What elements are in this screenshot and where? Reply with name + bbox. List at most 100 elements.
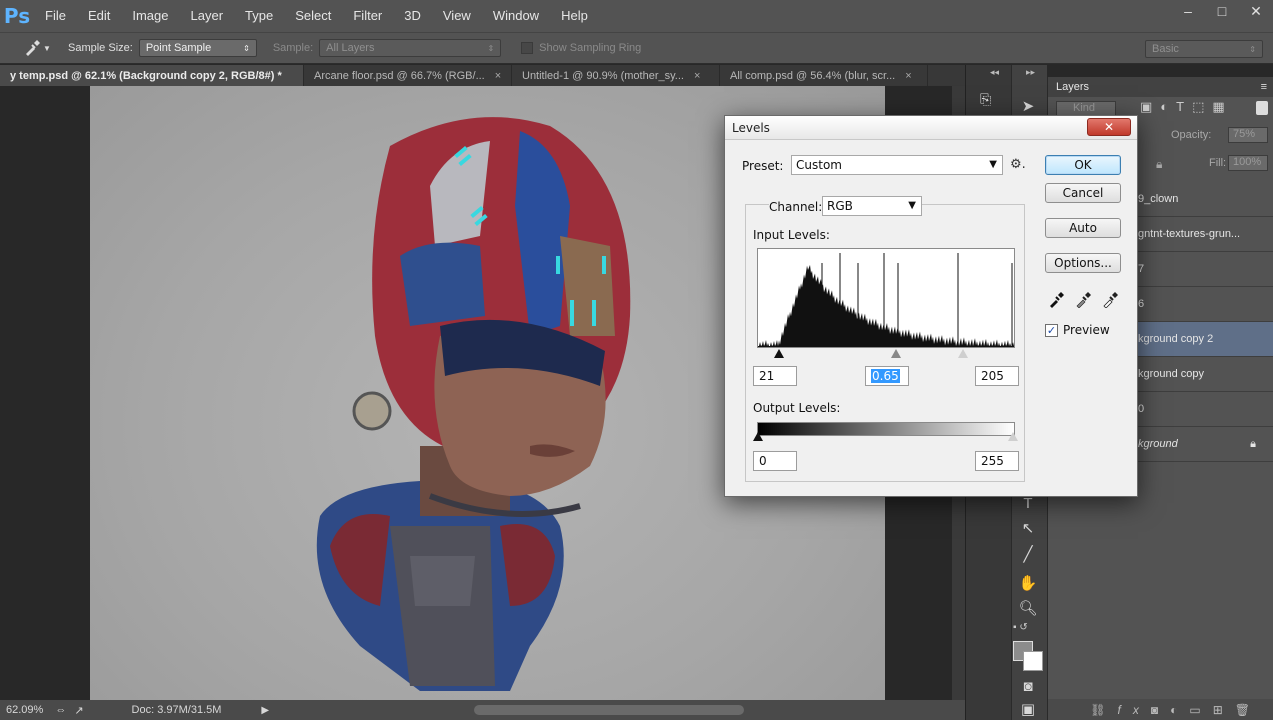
menu-window[interactable]: Window <box>482 0 550 32</box>
close-icon[interactable]: × <box>495 70 501 82</box>
fill-field[interactable]: 100% <box>1228 155 1268 171</box>
sample-select[interactable]: All Layers ⇕ <box>319 39 502 57</box>
menu-view[interactable]: View <box>432 0 482 32</box>
opacity-field[interactable]: 75% <box>1228 127 1268 143</box>
collapse-tools-icon[interactable]: ▸▸ <box>1026 67 1035 78</box>
menu-file[interactable]: File <box>34 0 77 32</box>
sample-size-select[interactable]: Point Sample ⇕ <box>138 39 257 57</box>
layer-lock-icon: 🔒︎ <box>1250 437 1256 450</box>
input-black-value: 21 <box>759 369 775 383</box>
menu-select[interactable]: Select <box>284 0 342 32</box>
input-white-field[interactable]: 205 <box>975 366 1019 386</box>
link-layers-icon[interactable]: ⛓ <box>1090 703 1117 717</box>
tab-label: Arcane floor.psd @ 66.7% (RGB/... <box>314 69 485 82</box>
workspace-select[interactable]: Basic ⇕ <box>1145 40 1263 58</box>
gray-point-eyedropper-icon[interactable] <box>1074 291 1092 309</box>
menu-edit[interactable]: Edit <box>77 0 121 32</box>
menu-3d[interactable]: 3D <box>393 0 432 32</box>
adjustment-layer-icon[interactable]: ◐ <box>1170 703 1189 717</box>
hand-tool-icon[interactable]: ✋ <box>1016 572 1040 594</box>
options-button[interactable]: Options... <box>1045 253 1121 273</box>
quick-mask-icon[interactable]: ◙ <box>1016 675 1040 697</box>
cancel-button[interactable]: Cancel <box>1045 183 1121 203</box>
close-icon[interactable]: × <box>905 70 911 82</box>
filter-toggle-icon[interactable] <box>1256 101 1268 115</box>
add-mask-icon[interactable]: ◙ <box>1151 703 1170 717</box>
menu-filter[interactable]: Filter <box>342 0 393 32</box>
histogram <box>757 248 1015 348</box>
doc-size: Doc: 3.97M/31.5M <box>131 704 222 716</box>
new-group-icon[interactable]: ▭ <box>1189 703 1212 717</box>
sampling-ring-label: Show Sampling Ring <box>539 42 642 54</box>
output-white-field[interactable]: 255 <box>975 451 1019 471</box>
dialog-titlebar[interactable]: Levels ✕ <box>725 116 1137 140</box>
menu-bar: Ps File Edit Image Layer Type Select Fil… <box>0 0 1273 32</box>
menu-layer[interactable]: Layer <box>180 0 235 32</box>
dialog-close-button[interactable]: ✕ <box>1087 118 1131 136</box>
layers-tab[interactable]: Layers <box>1056 81 1089 93</box>
zoom-level[interactable]: 62.09% <box>6 704 43 716</box>
close-icon[interactable]: × <box>694 70 700 82</box>
input-gamma-value: 0.65 <box>871 369 900 383</box>
layer-name: kground copy 2 <box>1138 333 1214 345</box>
input-levels-label: Input Levels: <box>753 228 830 242</box>
preset-options-gear-icon[interactable]: ⚙. <box>1010 157 1026 172</box>
sampling-ring-checkbox[interactable] <box>521 42 534 54</box>
export-icon[interactable]: ↗ <box>74 704 83 717</box>
panel-menu-icon[interactable]: ≡ <box>1261 81 1267 93</box>
history-panel-icon[interactable]: ⎘ <box>980 91 1000 111</box>
layers-footer: ⛓ fx ◙ ◐ ▭ ⊞ 🗑︎ <box>1048 699 1273 720</box>
output-white-slider[interactable] <box>1008 432 1018 441</box>
output-black-slider[interactable] <box>753 432 763 441</box>
tab-untitled-1[interactable]: Untitled-1 @ 90.9% (mother_sy... × <box>512 65 720 86</box>
swap-colors-icon[interactable]: ▪ ↺ <box>1013 622 1043 634</box>
histogram-graph <box>758 253 1014 347</box>
trash-icon[interactable]: 🗑︎ <box>1235 703 1262 717</box>
opacity-value: 75% <box>1233 128 1256 140</box>
tab-all-comp[interactable]: All comp.psd @ 56.4% (blur, scr... × <box>720 65 928 86</box>
auto-button[interactable]: Auto <box>1045 218 1121 238</box>
new-layer-icon[interactable]: ⊞ <box>1213 703 1235 717</box>
menu-image[interactable]: Image <box>121 0 179 32</box>
zoom-tool-icon[interactable]: 🔍︎ <box>1016 597 1040 619</box>
black-point-eyedropper-icon[interactable] <box>1047 291 1065 309</box>
filter-icons[interactable]: ▣◐T⬚▦ <box>1140 99 1233 115</box>
preview-checkbox[interactable]: ✓ <box>1045 324 1058 337</box>
white-point-eyedropper-icon[interactable] <box>1101 291 1119 309</box>
opacity-label: Opacity: <box>1171 129 1212 141</box>
status-menu-arrow-icon[interactable]: ▶ <box>261 705 269 716</box>
preset-select[interactable]: Custom ▼ <box>791 155 1003 175</box>
input-white-slider[interactable] <box>958 349 968 358</box>
lock-icon[interactable]: 🔒︎ <box>1156 157 1162 172</box>
input-gamma-field[interactable]: 0.65 <box>865 366 909 386</box>
menu-type[interactable]: Type <box>234 0 284 32</box>
status-share-icon[interactable]: ⇔ <box>55 704 66 716</box>
tab-arcane-floor[interactable]: Arcane floor.psd @ 66.7% (RGB/... × <box>304 65 512 86</box>
screen-mode-icon[interactable]: ▣ <box>1016 698 1040 720</box>
output-levels-label: Output Levels: <box>753 401 841 415</box>
fx-icon[interactable]: fx <box>1118 703 1151 717</box>
dropdown-arrow-icon: ▼ <box>908 200 916 211</box>
layer-name: 6 <box>1138 298 1145 310</box>
input-black-field[interactable]: 21 <box>753 366 797 386</box>
input-black-slider[interactable] <box>774 349 784 358</box>
path-select-tool-icon[interactable]: ↖ <box>1016 517 1040 539</box>
photoshop-logo: Ps <box>3 4 31 28</box>
updown-arrow-icon: ⇕ <box>487 43 495 53</box>
minimize-button[interactable]: – <box>1171 0 1205 22</box>
ok-button[interactable]: OK <box>1045 155 1121 175</box>
output-black-field[interactable]: 0 <box>753 451 797 471</box>
eyedropper-tool-icon[interactable]: ▼ <box>22 38 52 58</box>
maximize-button[interactable]: □ <box>1205 0 1239 22</box>
background-color-swatch[interactable] <box>1023 651 1043 671</box>
channel-select[interactable]: RGB ▼ <box>822 196 922 216</box>
close-window-button[interactable]: ✕ <box>1239 0 1273 22</box>
collapse-panels-icon[interactable]: ◂◂ <box>990 67 999 78</box>
input-gamma-slider[interactable] <box>891 349 901 358</box>
move-tool-icon[interactable]: ➤ <box>1016 95 1040 117</box>
output-gradient-bar <box>757 422 1015 436</box>
tab-temp-psd[interactable]: y temp.psd @ 62.1% (Background copy 2, R… <box>0 65 304 86</box>
line-tool-icon[interactable]: ╱ <box>1016 543 1040 565</box>
horizontal-scrollbar[interactable] <box>474 705 744 715</box>
menu-help[interactable]: Help <box>550 0 599 32</box>
